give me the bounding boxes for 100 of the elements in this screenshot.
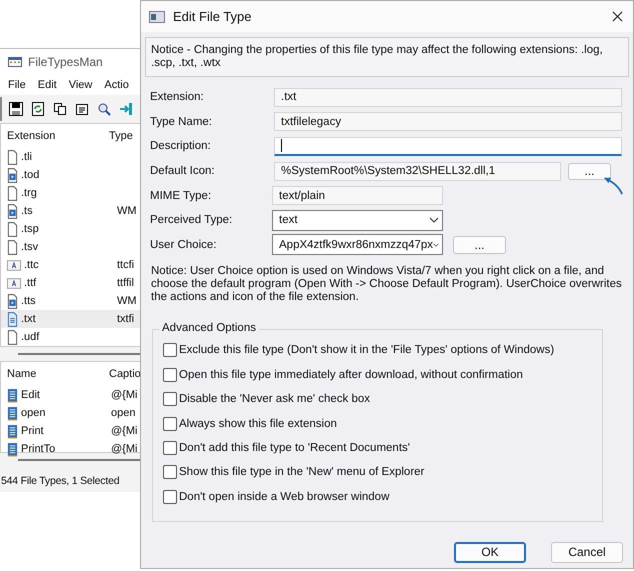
checkbox[interactable]	[163, 368, 177, 382]
browse-button[interactable]: ...	[568, 162, 611, 180]
window-title: FileTypesMan	[28, 55, 103, 69]
document-icon	[7, 388, 18, 402]
extension-text: .tsp	[21, 223, 39, 235]
text-file-icon	[7, 312, 18, 326]
notice-text: Notice - Changing the properties of this file type may affect the following extensions: .log, .scp, .txt, .wtx	[145, 37, 629, 77]
option-label: Always show this file extension	[179, 418, 337, 430]
list-row[interactable]: .tli	[1, 148, 140, 166]
checkbox[interactable]	[163, 392, 177, 406]
media-file-icon	[7, 294, 18, 308]
list-row[interactable]: .ttc ttcfi	[1, 256, 140, 274]
app-icon	[8, 57, 22, 67]
checkbox[interactable]	[163, 343, 177, 358]
dialog-icon	[149, 10, 165, 22]
extension-text: .txt	[21, 313, 36, 325]
extension-text: .ts	[21, 205, 33, 217]
list-row[interactable]: .ts WM	[1, 202, 140, 220]
caption-text: @{Mi	[110, 425, 138, 437]
file-icon	[7, 150, 18, 164]
caption-text: @{Mi	[110, 443, 138, 455]
notice-text: Notice: User Choice option is used on Windows Vista/7 when you right click on a file, and choose the default program (Open With -> Choose Default Program). UserChoice overwrites the actions and icon of the file extension.	[150, 264, 623, 304]
menu-item[interactable]: View	[68, 79, 92, 91]
action-name[interactable]: PrintTo	[21, 443, 56, 455]
text-field[interactable]: %SystemRoot%\System32\SHELL32.dll,1	[274, 162, 561, 181]
extension-text: .udf	[21, 331, 40, 343]
checkbox[interactable]	[163, 465, 177, 480]
input-field[interactable]	[274, 136, 622, 156]
extension-text: .tod	[21, 169, 40, 181]
option-label: Don't open inside a Web browser window	[179, 490, 390, 503]
dropdown[interactable]: AppX4ztfk9wxr86nxmzzq47px	[272, 234, 443, 256]
checkbox[interactable]	[163, 416, 177, 431]
chevron-icon	[433, 242, 439, 248]
field-label: Type Name:	[150, 116, 213, 128]
list-row[interactable]: .txt txtfi	[1, 310, 140, 328]
list-row[interactable]: .ttf ttffil	[1, 274, 140, 292]
caption-text: @{Mi	[110, 389, 138, 401]
checkbox[interactable]	[163, 440, 177, 455]
option-label: Open this file type immediately after download, without confirmation	[179, 368, 523, 381]
type-text: txtfi	[116, 313, 134, 325]
file-icon	[7, 240, 18, 254]
pointer-arrow	[602, 174, 624, 195]
option-label: Exclude this file type (Don't show it in the 'File Types' options of Windows)	[179, 344, 554, 356]
media-file-icon	[7, 204, 18, 218]
extension-text: .ttc	[24, 259, 39, 271]
list-row[interactable]: .tts WM	[1, 292, 140, 310]
extension-text: .ttf	[24, 277, 36, 289]
dialog-title: Edit File Type	[173, 9, 253, 24]
close-icon[interactable]	[612, 11, 623, 22]
text-field[interactable]: text/plain	[272, 186, 443, 206]
action-name[interactable]: open	[21, 407, 46, 419]
font-file-icon	[7, 260, 21, 270]
caption-text: open	[110, 407, 136, 419]
type-text: WM	[116, 295, 137, 307]
search-icon[interactable]	[96, 101, 112, 117]
column-header[interactable]: Captio	[109, 368, 140, 380]
action-name[interactable]: Print	[21, 425, 44, 437]
scrollbar-thumb[interactable]	[18, 459, 140, 461]
status-text: 544 File Types, 1 Selected	[1, 475, 120, 487]
type-text: WM	[116, 205, 137, 217]
column-header[interactable]: Type	[109, 130, 133, 142]
list-row[interactable]: .trg	[1, 184, 140, 202]
checkbox[interactable]	[163, 490, 177, 504]
column-header[interactable]: Name	[1, 368, 109, 380]
document-icon	[7, 406, 18, 420]
list-row[interactable]: .tsv	[1, 238, 140, 256]
ok-button[interactable]: OK	[454, 542, 526, 563]
option-label: Disable the 'Never ask me' check box	[179, 393, 370, 406]
option-label: Don't add this file type to 'Recent Documents'	[179, 442, 410, 454]
menu-item[interactable]: Actio	[104, 79, 129, 91]
field-label: Extension:	[150, 91, 205, 104]
file-icon	[7, 186, 18, 200]
properties-icon[interactable]	[74, 101, 90, 117]
action-name[interactable]: Edit	[21, 389, 40, 401]
extension-text: .trg	[21, 187, 37, 199]
menu-item[interactable]: File	[8, 79, 26, 91]
refresh-icon[interactable]	[30, 101, 46, 117]
list-row[interactable]: .tod	[1, 166, 140, 184]
save-icon[interactable]	[8, 101, 24, 117]
type-text: ttffil	[116, 277, 134, 289]
field-label: MIME Type:	[150, 190, 212, 202]
dropdown[interactable]: text	[272, 210, 443, 231]
field-label: Description:	[150, 140, 212, 152]
exit-icon[interactable]	[118, 101, 134, 117]
extension-text: .tsv	[21, 241, 38, 253]
field-label: User Choice:	[150, 238, 218, 251]
list-row[interactable]: .tsp	[1, 220, 140, 238]
scrollbar-thumb[interactable]	[18, 353, 140, 355]
copy-icon[interactable]	[52, 101, 68, 117]
font-file-icon	[7, 278, 21, 288]
text-field[interactable]: txtfilelegacy	[274, 112, 622, 132]
column-header[interactable]: Extension	[1, 130, 109, 142]
text-field[interactable]: .txt	[274, 88, 622, 107]
browse-button[interactable]: ...	[453, 236, 506, 254]
type-text: ttcfi	[116, 259, 134, 271]
field-label: Default Icon:	[150, 165, 216, 178]
option-label: Show this file type in the 'New' menu of Explorer	[179, 466, 424, 478]
list-row[interactable]: .udf	[1, 328, 140, 346]
menu-item[interactable]: Edit	[38, 79, 57, 91]
cancel-button[interactable]: Cancel	[551, 542, 623, 563]
